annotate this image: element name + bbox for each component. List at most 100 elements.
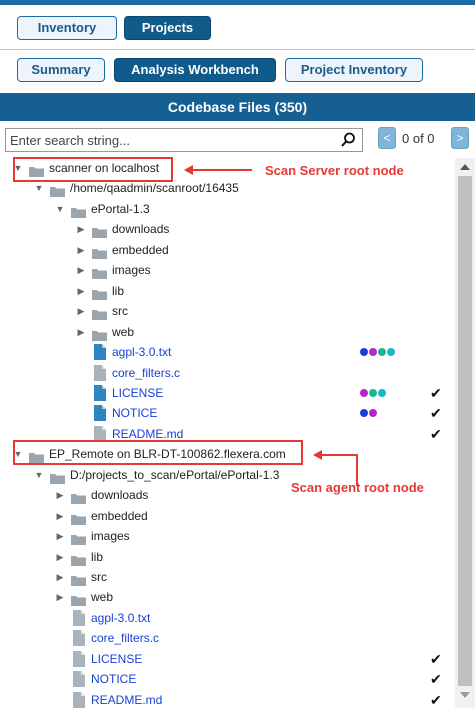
tree-label: src [91, 570, 107, 584]
expand-down-arrow-icon[interactable]: ▼ [55, 199, 65, 219]
tree-file-label[interactable]: LICENSE [112, 383, 163, 403]
tree-label: lib [112, 283, 125, 298]
tab-divider [0, 49, 475, 50]
tree-folder-row[interactable]: ▶ images [5, 260, 455, 280]
collapse-right-arrow-icon[interactable]: ▶ [55, 485, 65, 505]
tree-folder-row[interactable]: ▶ embedded [5, 506, 455, 526]
collapse-right-arrow-icon[interactable]: ▶ [76, 301, 86, 321]
tree-file-label[interactable]: README.md [91, 690, 162, 708]
file-icon [73, 650, 85, 667]
license-dot [360, 348, 368, 357]
tree-folder-row[interactable]: ▶ images [5, 526, 455, 546]
file-tree: ▼ scanner on localhost ▼/home/qaadmin/scan… [5, 158, 455, 708]
match-counter: 0 of 0 [402, 131, 435, 146]
folder-icon [92, 265, 107, 280]
tree-file-row[interactable]: agpl-3.0.txt [5, 608, 455, 628]
tree-file-label[interactable]: NOTICE [91, 669, 136, 689]
tree-file-label[interactable]: core_filters.c [112, 363, 180, 383]
tree-file-label[interactable]: agpl-3.0.txt [112, 342, 171, 362]
tree-file-label[interactable]: core_filters.c [91, 628, 159, 648]
license-dot [360, 409, 368, 418]
file-icon [94, 364, 106, 381]
folder-icon [71, 531, 86, 546]
tree-file-label[interactable]: agpl-3.0.txt [91, 608, 150, 628]
tree-folder-row[interactable]: ▶ web [5, 587, 455, 607]
tree-file-row[interactable]: agpl-3.0.txt [5, 342, 455, 362]
tree-folder-row[interactable]: ▶ src [5, 567, 455, 587]
tab-analysis-workbench[interactable]: Analysis Workbench [114, 58, 276, 82]
license-indicator-dots [360, 388, 387, 397]
license-dot [369, 348, 377, 357]
agent-root-highlight [13, 440, 303, 465]
collapse-right-arrow-icon[interactable]: ▶ [55, 526, 65, 546]
license-dot [387, 348, 395, 357]
folder-icon [92, 245, 107, 259]
tree-file-row[interactable]: LICENSE ✔ [5, 649, 455, 669]
tree-label: lib [91, 549, 104, 564]
tree-file-row[interactable]: README.md ✔ [5, 690, 455, 708]
folder-icon [71, 572, 86, 586]
scroll-up-arrow-icon[interactable] [460, 164, 470, 170]
tree-file-label[interactable]: LICENSE [91, 649, 142, 669]
tab-projects[interactable]: Projects [124, 16, 211, 40]
folder-icon [92, 286, 107, 300]
tree-label: D:/projects_to_scan/ePortal/ePortal-1.3 [70, 467, 280, 482]
agent-callout-label: Scan agent root node [291, 480, 424, 495]
collapse-right-arrow-icon[interactable]: ▶ [76, 322, 86, 342]
tab-project-inventory[interactable]: Project Inventory [285, 58, 423, 82]
tab-inventory[interactable]: Inventory [17, 16, 117, 40]
file-icon [73, 609, 85, 626]
file-icon [73, 630, 85, 647]
folder-icon [71, 552, 86, 566]
top-accent-bar [0, 0, 475, 5]
search-input[interactable] [6, 129, 326, 151]
tree-file-row[interactable]: LICENSE ✔ [5, 383, 455, 403]
collapse-right-arrow-icon[interactable]: ▶ [55, 506, 65, 526]
file-icon [73, 671, 85, 688]
folder-icon [71, 204, 86, 218]
collapse-right-arrow-icon[interactable]: ▶ [76, 240, 86, 260]
tree-label: images [91, 529, 130, 544]
tree-label: images [112, 263, 151, 278]
prev-match-button[interactable]: < [378, 127, 396, 149]
tree-label: ePortal-1.3 [91, 201, 150, 216]
collapse-right-arrow-icon[interactable]: ▶ [55, 567, 65, 587]
collapse-right-arrow-icon[interactable]: ▶ [76, 219, 86, 239]
tree-file-row[interactable]: core_filters.c [5, 628, 455, 648]
license-dot [369, 388, 377, 397]
expand-down-arrow-icon[interactable]: ▼ [34, 465, 44, 485]
tree-file-row[interactable]: core_filters.c [5, 363, 455, 383]
folder-icon [92, 327, 107, 341]
collapse-right-arrow-icon[interactable]: ▶ [55, 587, 65, 607]
tree-label: web [112, 324, 135, 339]
tree-folder-row[interactable]: ▼ ePortal-1.3 [5, 199, 455, 219]
tree-folder-row[interactable]: ▶ web [5, 322, 455, 342]
tree-scrollbar[interactable] [455, 158, 475, 708]
file-icon [94, 384, 106, 401]
tree-label: src [112, 304, 128, 319]
tree-file-row[interactable]: NOTICE ✔ [5, 403, 455, 423]
tree-folder-row[interactable]: ▶ lib [5, 281, 455, 301]
tree-folder-row[interactable]: ▶ lib [5, 547, 455, 567]
checkmark-icon: ✔ [430, 691, 442, 708]
tree-folder-row[interactable]: ▶ downloads [5, 219, 455, 239]
collapse-right-arrow-icon[interactable]: ▶ [76, 281, 86, 301]
collapse-right-arrow-icon[interactable]: ▶ [76, 260, 86, 280]
tree-file-label[interactable]: NOTICE [112, 403, 157, 423]
tab-summary[interactable]: Summary [17, 58, 105, 82]
collapse-right-arrow-icon[interactable]: ▶ [55, 547, 65, 567]
checkmark-icon: ✔ [430, 650, 442, 667]
tree-label: embedded [112, 242, 169, 257]
checkmark-icon: ✔ [430, 405, 442, 422]
scroll-down-arrow-icon[interactable] [460, 692, 470, 698]
file-icon [73, 691, 85, 708]
tree-folder-row[interactable]: ▶ embedded [5, 240, 455, 260]
tree-file-row[interactable]: NOTICE ✔ [5, 669, 455, 689]
next-match-button[interactable]: > [451, 127, 469, 149]
primary-tabs: Inventory Projects [0, 16, 475, 44]
scroll-thumb[interactable] [458, 176, 472, 686]
tree-folder-row[interactable]: ▶ src [5, 301, 455, 321]
search-icon[interactable] [340, 132, 356, 148]
secondary-tabs: Summary Analysis Workbench Project Inven… [0, 58, 475, 86]
file-icon [94, 405, 106, 422]
